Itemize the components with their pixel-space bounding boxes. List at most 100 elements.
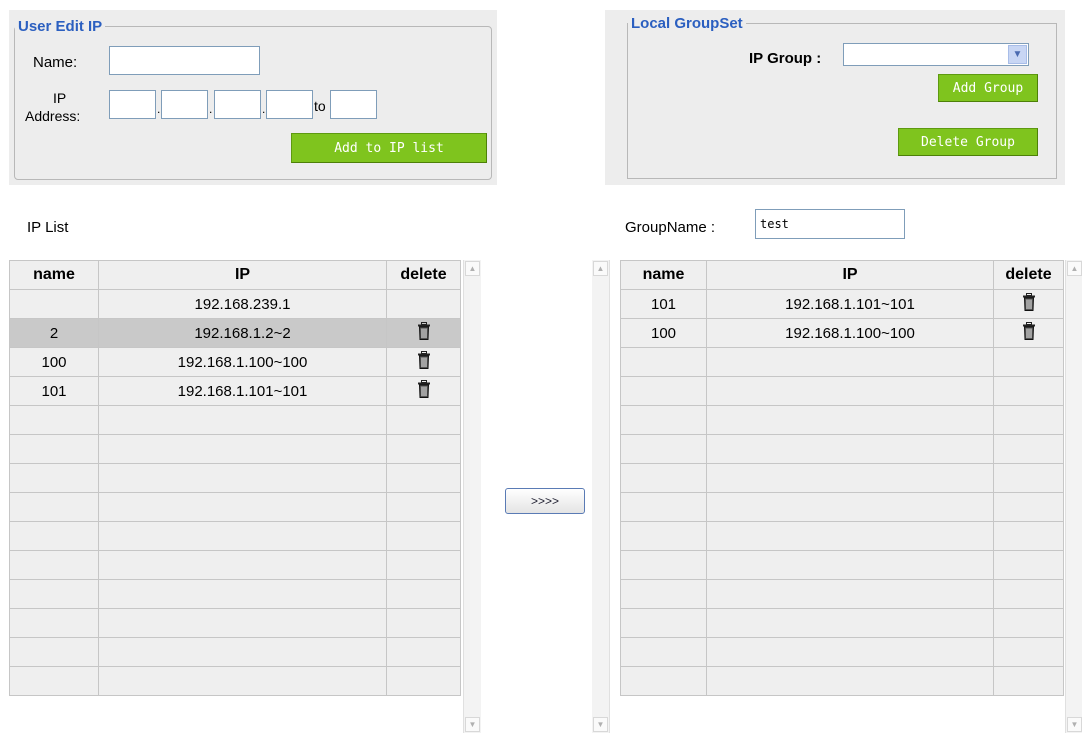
ip-list-empty-cell: [98, 579, 387, 609]
group-list-right-scrollbar[interactable]: ▲ ▼: [1065, 260, 1082, 733]
trash-icon[interactable]: [417, 380, 430, 402]
ip-list-empty-cell: [386, 550, 461, 580]
group-empty-cell: [706, 463, 994, 493]
ip-list-row[interactable]: 2 192.168.1.2~2: [9, 318, 461, 348]
group-empty-row: [620, 463, 1064, 493]
ip-list-empty-row: [9, 405, 461, 435]
ip-octet-4-input[interactable]: [266, 90, 313, 119]
group-row[interactable]: 101 192.168.1.101~101: [620, 289, 1064, 319]
ip-list-empty-cell: [9, 492, 99, 522]
delete-group-button[interactable]: Delete Group: [898, 128, 1038, 156]
ip-list-empty-cell: [9, 463, 99, 493]
chevron-down-icon[interactable]: ▼: [593, 717, 608, 732]
ip-list-empty-cell: [9, 521, 99, 551]
local-groupset-panel: Local GroupSet IP Group : ▼ Add Group De…: [605, 10, 1065, 185]
ip-list-empty-cell: [386, 434, 461, 464]
group-empty-cell: [706, 492, 994, 522]
group-empty-cell: [620, 579, 707, 609]
ip-list-row[interactable]: 100 192.168.1.100~100: [9, 347, 461, 377]
group-empty-cell: [993, 666, 1064, 696]
group-empty-cell: [706, 521, 994, 551]
ip-list-empty-cell: [386, 492, 461, 522]
ip-list-cell-ip: 192.168.239.1: [98, 289, 387, 319]
name-input[interactable]: [109, 46, 260, 75]
group-empty-cell: [993, 579, 1064, 609]
ip-list-empty-row: [9, 492, 461, 522]
group-name-input[interactable]: [755, 209, 905, 239]
ip-list-row[interactable]: 192.168.239.1: [9, 289, 461, 319]
ip-list-scrollbar[interactable]: ▲ ▼: [463, 260, 481, 733]
ip-list-empty-cell: [98, 608, 387, 638]
add-to-ip-list-button[interactable]: Add to IP list: [291, 133, 487, 163]
group-empty-cell: [993, 550, 1064, 580]
trash-icon[interactable]: [1022, 322, 1035, 344]
ip-list-cell-name: 2: [9, 318, 99, 348]
ip-octet-3-input[interactable]: [214, 90, 261, 119]
group-empty-row: [620, 579, 1064, 609]
group-empty-cell: [993, 463, 1064, 493]
ip-list-empty-cell: [98, 463, 387, 493]
ip-address-label-line1: IP: [53, 90, 67, 106]
ip-list-empty-cell: [9, 550, 99, 580]
ip-list-header-ip: IP: [98, 260, 387, 290]
chevron-up-icon[interactable]: ▲: [465, 261, 480, 276]
ip-list-empty-row: [9, 579, 461, 609]
chevron-up-icon[interactable]: ▲: [1067, 261, 1082, 276]
ip-list-empty-row: [9, 608, 461, 638]
group-empty-cell: [993, 521, 1064, 551]
ip-list-cell-delete: [386, 289, 461, 319]
ip-list-row[interactable]: 101 192.168.1.101~101: [9, 376, 461, 406]
group-empty-cell: [993, 434, 1064, 464]
chevron-down-icon[interactable]: ▼: [1067, 717, 1082, 732]
group-cell-name: 101: [620, 289, 707, 319]
ip-octet-1-input[interactable]: [109, 90, 156, 119]
ip-list-empty-row: [9, 434, 461, 464]
ip-list-cell-ip: 192.168.1.101~101: [98, 376, 387, 406]
ip-list-cell-name: 100: [9, 347, 99, 377]
ip-list-title: IP List: [27, 219, 69, 236]
ip-list-empty-cell: [386, 666, 461, 696]
group-row[interactable]: 100 192.168.1.100~100: [620, 318, 1064, 348]
ip-address-label-line2: Address:: [25, 108, 81, 124]
group-empty-cell: [706, 550, 994, 580]
group-empty-cell: [706, 405, 994, 435]
group-cell-ip: 192.168.1.101~101: [706, 289, 994, 319]
ip-list-empty-cell: [98, 521, 387, 551]
group-empty-cell: [706, 347, 994, 377]
group-empty-row: [620, 521, 1064, 551]
ip-dot-1: .: [157, 102, 161, 116]
trash-icon[interactable]: [417, 322, 430, 344]
ip-to-input[interactable]: [330, 90, 377, 119]
ip-group-label: IP Group :: [749, 50, 822, 67]
ip-list-header-delete: delete: [386, 260, 461, 290]
group-cell-delete: [993, 289, 1064, 319]
group-empty-cell: [993, 347, 1064, 377]
group-header-delete: delete: [993, 260, 1064, 290]
chevron-down-icon[interactable]: ▼: [465, 717, 480, 732]
group-empty-cell: [620, 550, 707, 580]
ip-list-cell-ip: 192.168.1.2~2: [98, 318, 387, 348]
ip-list-empty-row: [9, 521, 461, 551]
chevron-up-icon[interactable]: ▲: [593, 261, 608, 276]
ip-list-empty-cell: [386, 405, 461, 435]
add-group-button[interactable]: Add Group: [938, 74, 1038, 102]
ip-list-cell-delete: [386, 347, 461, 377]
trash-icon[interactable]: [1022, 293, 1035, 315]
ip-group-select[interactable]: ▼: [843, 43, 1029, 66]
trash-icon[interactable]: [417, 351, 430, 373]
group-list-left-scrollbar[interactable]: ▲ ▼: [592, 260, 610, 733]
group-empty-cell: [620, 521, 707, 551]
chevron-down-icon[interactable]: ▼: [1008, 45, 1027, 64]
group-empty-cell: [620, 405, 707, 435]
ip-list-empty-row: [9, 637, 461, 667]
ip-octet-2-input[interactable]: [161, 90, 208, 119]
group-empty-row: [620, 347, 1064, 377]
group-empty-cell: [620, 492, 707, 522]
ip-list-empty-cell: [9, 579, 99, 609]
group-cell-ip: 192.168.1.100~100: [706, 318, 994, 348]
ip-list-empty-cell: [386, 579, 461, 609]
group-empty-cell: [706, 637, 994, 667]
move-to-group-button[interactable]: >>>>: [505, 488, 585, 514]
group-empty-cell: [993, 492, 1064, 522]
group-empty-cell: [993, 405, 1064, 435]
